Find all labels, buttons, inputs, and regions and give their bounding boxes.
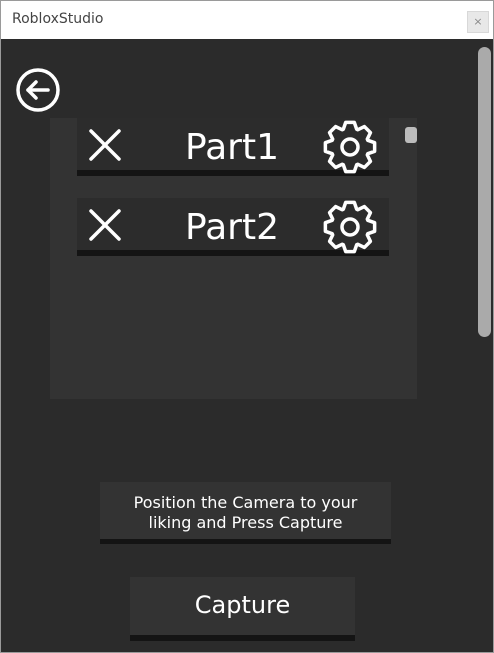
close-x-icon bbox=[89, 209, 121, 241]
arrow-left-circle-icon bbox=[16, 68, 60, 112]
title-bar: RobloxStudio × bbox=[1, 1, 493, 39]
instruction-line: Position the Camera to your bbox=[133, 493, 358, 512]
part-name: Part2 bbox=[185, 207, 279, 248]
main-scrollbar[interactable] bbox=[478, 47, 491, 337]
close-x-icon bbox=[89, 129, 121, 161]
gear-icon bbox=[323, 120, 377, 174]
window-title: RobloxStudio bbox=[12, 11, 104, 27]
part-row: Part1 bbox=[77, 118, 389, 176]
part-settings-button[interactable] bbox=[321, 118, 379, 176]
capture-button[interactable]: Capture bbox=[130, 577, 355, 641]
remove-part-button[interactable] bbox=[85, 125, 125, 165]
parts-list: Part1 Part2 bbox=[50, 118, 417, 399]
part-name: Part1 bbox=[185, 127, 279, 168]
gear-outline bbox=[323, 120, 377, 174]
gear-hub bbox=[340, 217, 360, 237]
part-settings-button[interactable] bbox=[321, 198, 379, 256]
back-button[interactable] bbox=[15, 67, 61, 113]
gear-hub bbox=[340, 137, 360, 157]
app-window: RobloxStudio × Part1 Part2 Position the … bbox=[0, 0, 494, 653]
parts-list-scrollbar[interactable] bbox=[405, 127, 417, 143]
gear-outline bbox=[323, 200, 377, 254]
window-close-button[interactable]: × bbox=[467, 11, 489, 33]
instruction-text: Position the Camera to your liking and P… bbox=[100, 482, 391, 544]
gear-icon bbox=[323, 200, 377, 254]
plugin-content: Part1 Part2 Position the Camera to your … bbox=[1, 39, 493, 652]
part-row: Part2 bbox=[77, 198, 389, 256]
remove-part-button[interactable] bbox=[85, 205, 125, 245]
instruction-line: liking and Press Capture bbox=[148, 513, 343, 532]
